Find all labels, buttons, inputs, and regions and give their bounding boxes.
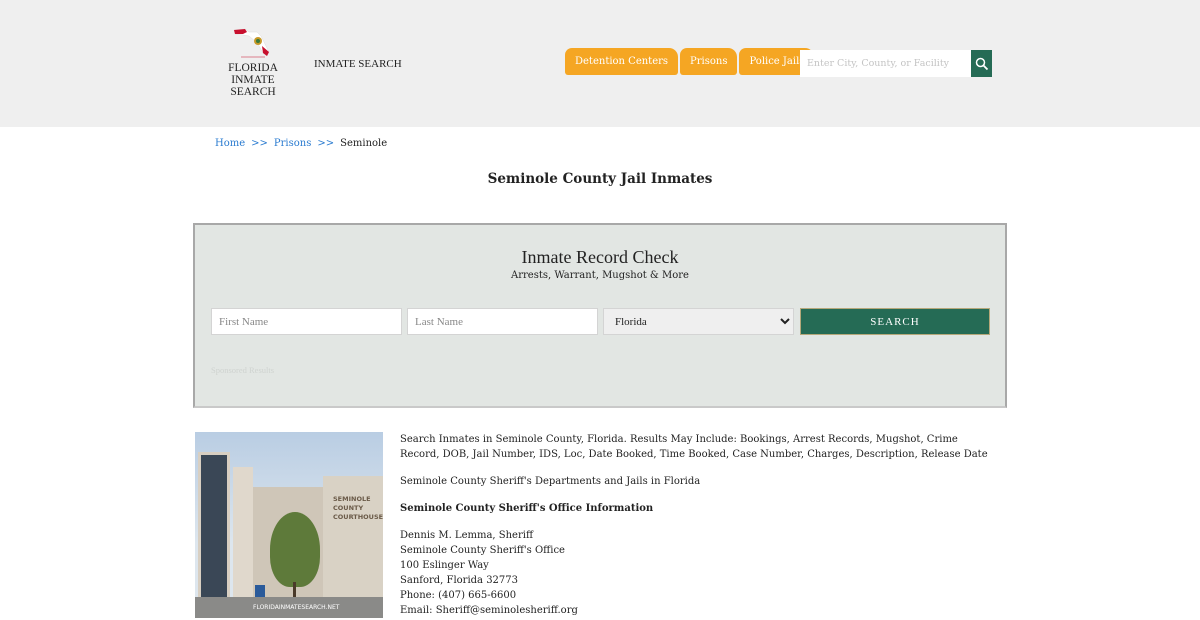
courthouse-photo: SEMINOLE COUNTY COURTHOUSE FLORIDAINMATESE…	[195, 432, 383, 618]
site-title[interactable]: INMATE SEARCH	[314, 58, 402, 70]
site-header: FLORIDA INMATE SEARCH INMATE SEARCH Deten…	[0, 0, 1200, 127]
breadcrumb: Home >> Prisons >> Seminole	[215, 138, 388, 149]
office-address: Dennis M. Lemma, Sheriff Seminole County…	[400, 528, 1000, 618]
florida-map-icon	[233, 28, 270, 58]
main-nav: Detention Centers Prisons Police Jails	[565, 48, 815, 75]
page-title: Seminole County Jail Inmates	[487, 171, 713, 187]
search-button[interactable]	[971, 50, 992, 77]
breadcrumb-home[interactable]: Home	[215, 138, 245, 149]
photo-watermark: FLORIDAINMATESEARCH.NET	[253, 604, 340, 611]
nav-prisons[interactable]: Prisons	[680, 48, 738, 75]
logo-text: FLORIDA INMATE SEARCH	[228, 62, 278, 98]
site-logo[interactable]: FLORIDA INMATE SEARCH	[208, 26, 298, 98]
departments-text: Seminole County Sheriff's Departments an…	[400, 476, 701, 487]
email: Email: Sheriff@seminolesheriff.org	[400, 605, 578, 616]
jail-info: Search Inmates in Seminole County, Flori…	[400, 432, 1000, 618]
office-heading: Seminole County Sheriff's Office Informa…	[400, 503, 654, 514]
record-check-subtitle: Arrests, Warrant, Mugshot & More	[511, 270, 689, 281]
facility-search	[800, 50, 992, 77]
record-search-button[interactable]: SEARCH	[800, 308, 990, 335]
breadcrumb-prisons[interactable]: Prisons	[274, 138, 311, 149]
nav-detention-centers[interactable]: Detention Centers	[565, 48, 679, 75]
record-check-title: Inmate Record Check	[521, 247, 679, 267]
inmate-record-check: Inmate Record Check Arrests, Warrant, Mu…	[193, 223, 1007, 408]
last-name-input[interactable]	[407, 308, 598, 335]
intro-text: Search Inmates in Seminole County, Flori…	[400, 434, 988, 460]
sponsored-results-label: Sponsored Results	[211, 365, 275, 375]
courthouse-sign: SEMINOLE COUNTY COURTHOUSE	[333, 495, 383, 521]
breadcrumb-current: Seminole	[340, 138, 388, 149]
facility-search-input[interactable]	[800, 50, 971, 77]
search-icon	[975, 57, 988, 70]
state-select[interactable]: Florida	[603, 308, 794, 335]
first-name-input[interactable]	[211, 308, 402, 335]
phone: Phone: (407) 665-6600	[400, 590, 517, 601]
